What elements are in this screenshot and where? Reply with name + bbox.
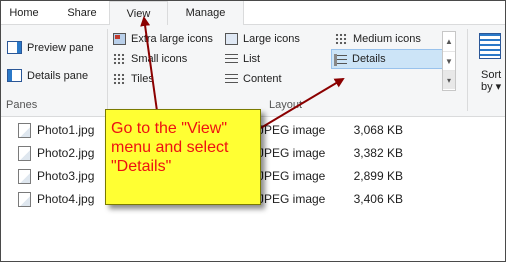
image-file-icon — [18, 169, 31, 184]
group-divider — [107, 29, 108, 111]
ribbon-view-panel: Preview pane Details pane Panes Extra la… — [1, 25, 505, 117]
sort-by-icon — [479, 33, 501, 59]
tab-home[interactable]: Home — [1, 1, 47, 25]
layout-item-label: Details — [352, 53, 386, 65]
details-pane-icon — [7, 69, 22, 82]
small-icons-icon — [113, 53, 126, 65]
layout-item-label: Tiles — [131, 73, 154, 85]
list-icon — [225, 53, 238, 65]
medium-icons-icon — [335, 33, 348, 45]
file-name: Photo4.jpg — [37, 192, 95, 206]
details-icon — [334, 54, 347, 66]
file-type: JPEG image — [258, 192, 326, 206]
details-pane-label: Details pane — [27, 70, 89, 82]
file-name: Photo3.jpg — [37, 169, 95, 183]
layout-item-label: Large icons — [243, 33, 300, 45]
gallery-expand-button[interactable]: ▾ — [443, 70, 455, 89]
layout-item-label: Content — [243, 73, 282, 85]
file-size: 3,406 KB — [353, 192, 403, 206]
content-icon — [225, 73, 238, 85]
layout-details[interactable]: Details — [331, 49, 443, 69]
file-type: JPEG image — [258, 169, 326, 183]
layout-content[interactable]: Content — [223, 69, 282, 89]
layout-extra-large-icons[interactable]: Extra large icons — [111, 29, 213, 49]
layout-list[interactable]: List — [223, 49, 260, 69]
file-size: 2,899 KB — [353, 169, 403, 183]
preview-pane-icon — [7, 41, 22, 54]
extra-large-icons-icon — [113, 33, 126, 45]
layout-item-label: Extra large icons — [131, 33, 213, 45]
file-name: Photo1.jpg — [37, 123, 95, 137]
image-file-icon — [18, 123, 31, 138]
sort-by-label: Sort — [481, 69, 502, 81]
layout-gallery: Extra large icons Large icons Medium ico… — [111, 29, 457, 93]
layout-group-label: Layout — [269, 99, 303, 111]
file-name: Photo2.jpg — [37, 146, 95, 160]
group-divider — [467, 29, 468, 111]
layout-item-label: Medium icons — [353, 33, 421, 45]
gallery-scroll-up-button[interactable]: ▲ — [443, 32, 455, 51]
file-size: 3,068 KB — [353, 123, 403, 137]
file-size: 3,382 KB — [353, 146, 403, 160]
file-type: JPEG image — [258, 123, 326, 137]
explorer-window: Home Share View Manage Preview pane Deta… — [0, 0, 506, 262]
sort-by-dropdown-label: by ▾ — [481, 81, 502, 93]
layout-large-icons[interactable]: Large icons — [223, 29, 300, 49]
layout-item-label: List — [243, 53, 261, 65]
tiles-icon — [113, 73, 126, 85]
gallery-scroll-down-button[interactable]: ▼ — [443, 51, 455, 70]
ribbon-tabs: Home Share View Manage — [1, 1, 505, 26]
preview-pane-button[interactable]: Preview pane — [7, 39, 94, 57]
sort-by-button[interactable]: Sort by ▾ — [473, 31, 505, 97]
tab-manage[interactable]: Manage — [168, 1, 244, 25]
details-pane-button[interactable]: Details pane — [7, 67, 88, 85]
preview-pane-label: Preview pane — [27, 42, 94, 54]
layout-item-label: Small icons — [131, 53, 188, 65]
tab-view[interactable]: View — [109, 1, 168, 26]
instruction-callout: Go to the "View" menu and select "Detail… — [105, 109, 261, 205]
layout-tiles[interactable]: Tiles — [111, 69, 154, 89]
layout-medium-icons[interactable]: Medium icons — [333, 29, 421, 49]
large-icons-icon — [225, 33, 238, 45]
image-file-icon — [18, 146, 31, 161]
file-type: JPEG image — [258, 146, 326, 160]
tab-share[interactable]: Share — [55, 1, 109, 25]
image-file-icon — [18, 192, 31, 207]
gallery-scrollbar: ▲ ▼ ▾ — [442, 31, 456, 91]
layout-small-icons[interactable]: Small icons — [111, 49, 187, 69]
panes-group-label: Panes — [6, 99, 38, 111]
